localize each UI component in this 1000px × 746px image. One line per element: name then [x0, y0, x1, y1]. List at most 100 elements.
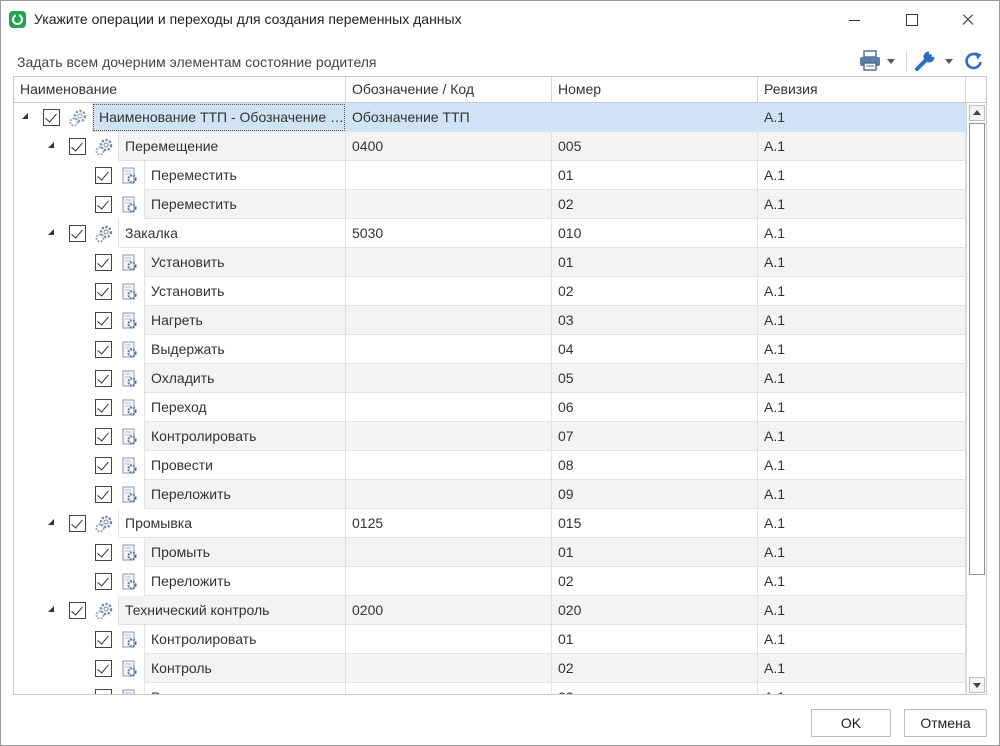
row-checkbox[interactable] — [69, 138, 86, 155]
column-header-name[interactable]: Наименование — [14, 77, 346, 102]
cell-revision[interactable]: А.1 — [758, 480, 966, 509]
cell-name[interactable]: Промывка — [118, 509, 346, 538]
cell-name[interactable]: Закалка — [118, 219, 346, 248]
cell-code[interactable] — [346, 335, 552, 364]
cell-revision[interactable]: А.1 — [758, 161, 966, 190]
cell-name[interactable]: Р — [144, 683, 346, 694]
cell-name[interactable]: Переложить — [144, 567, 346, 596]
cell-code[interactable] — [346, 364, 552, 393]
cell-name[interactable]: Переход — [144, 393, 346, 422]
cell-code[interactable] — [346, 161, 552, 190]
table-row[interactable]: Переложить 02 А.1 — [14, 567, 966, 596]
cell-number[interactable]: 01 — [552, 248, 758, 277]
cell-code[interactable] — [346, 683, 552, 694]
cell-revision[interactable]: А.1 — [758, 364, 966, 393]
cell-code[interactable] — [346, 393, 552, 422]
cell-revision[interactable]: А.1 — [758, 567, 966, 596]
cell-name[interactable]: Установить — [144, 248, 346, 277]
table-row[interactable]: Переложить 09 А.1 — [14, 480, 966, 509]
cancel-button[interactable]: Отмена — [904, 709, 987, 737]
cell-name[interactable]: Наименование ТТП - Обозначение ТТП — [92, 103, 346, 132]
table-row[interactable]: Провести 08 А.1 — [14, 451, 966, 480]
cell-code[interactable] — [346, 306, 552, 335]
cell-number[interactable]: 02 — [552, 567, 758, 596]
cell-name[interactable]: Контролировать — [144, 422, 346, 451]
column-header-revision[interactable]: Ревизия — [758, 77, 966, 102]
refresh-button[interactable] — [963, 49, 985, 73]
cell-code[interactable] — [346, 654, 552, 683]
cell-revision[interactable]: А.1 — [758, 538, 966, 567]
cell-number[interactable]: 015 — [552, 509, 758, 538]
row-checkbox[interactable] — [69, 602, 86, 619]
table-row[interactable]: Контролировать 07 А.1 — [14, 422, 966, 451]
table-row[interactable]: Наименование ТТП - Обозначение ТТП Обозна… — [14, 103, 966, 132]
scroll-down-button[interactable] — [969, 677, 985, 693]
table-row[interactable]: Контролировать 01 А.1 — [14, 625, 966, 654]
cell-number[interactable]: 07 — [552, 422, 758, 451]
cell-revision[interactable]: А.1 — [758, 190, 966, 219]
cell-number[interactable]: 02 — [552, 190, 758, 219]
cell-number[interactable]: 005 — [552, 132, 758, 161]
cell-name[interactable]: Охладить — [144, 364, 346, 393]
row-checkbox[interactable] — [95, 283, 112, 300]
row-checkbox[interactable] — [95, 254, 112, 271]
cell-revision[interactable]: А.1 — [758, 422, 966, 451]
row-checkbox[interactable] — [69, 225, 86, 242]
row-checkbox[interactable] — [95, 399, 112, 416]
table-row[interactable]: Установить 01 А.1 — [14, 248, 966, 277]
cell-code[interactable] — [346, 422, 552, 451]
table-row[interactable]: Переместить 02 А.1 — [14, 190, 966, 219]
cell-number[interactable]: 02 — [552, 277, 758, 306]
vertical-scrollbar[interactable] — [966, 103, 986, 694]
cell-number[interactable]: 04 — [552, 335, 758, 364]
cell-revision[interactable]: А.1 — [758, 596, 966, 625]
column-header-number[interactable]: Номер — [552, 77, 758, 102]
tree-expander-icon[interactable] — [48, 606, 54, 612]
cell-code[interactable]: 0400 — [346, 132, 552, 161]
table-row[interactable]: Промыть 01 А.1 — [14, 538, 966, 567]
table-row[interactable]: Переместить 01 А.1 — [14, 161, 966, 190]
maximize-button[interactable] — [888, 1, 934, 39]
cell-number[interactable]: 05 — [552, 364, 758, 393]
cell-revision[interactable]: А.1 — [758, 132, 966, 161]
row-checkbox[interactable] — [95, 341, 112, 358]
tree-expander-icon[interactable] — [48, 142, 54, 148]
row-checkbox[interactable] — [95, 457, 112, 474]
row-checkbox[interactable] — [95, 370, 112, 387]
cell-number[interactable]: 03 — [552, 306, 758, 335]
cell-number[interactable]: 01 — [552, 161, 758, 190]
cell-name[interactable]: Технический контроль — [118, 596, 346, 625]
row-checkbox[interactable] — [95, 573, 112, 590]
cell-number[interactable]: 020 — [552, 596, 758, 625]
cell-code[interactable] — [346, 248, 552, 277]
cell-name[interactable]: Провести — [144, 451, 346, 480]
cell-revision[interactable]: А.1 — [758, 335, 966, 364]
cell-revision[interactable]: А.1 — [758, 306, 966, 335]
row-checkbox[interactable] — [95, 631, 112, 648]
cell-revision[interactable]: А.1 — [758, 277, 966, 306]
cell-name[interactable]: Нагреть — [144, 306, 346, 335]
cell-name[interactable]: Переместить — [144, 190, 346, 219]
settings-button[interactable] — [914, 49, 956, 73]
row-checkbox[interactable] — [95, 660, 112, 677]
cell-revision[interactable]: А.1 — [758, 103, 966, 132]
cell-number[interactable]: 01 — [552, 538, 758, 567]
table-row[interactable]: Установить 02 А.1 — [14, 277, 966, 306]
table-row[interactable]: Р 03А.1 — [14, 683, 966, 694]
cell-number[interactable]: 01 — [552, 625, 758, 654]
table-row[interactable]: Выдержать 04 А.1 — [14, 335, 966, 364]
scroll-up-button[interactable] — [969, 105, 985, 121]
tree-expander-icon[interactable] — [22, 113, 28, 119]
tree-expander-icon[interactable] — [48, 229, 54, 235]
row-checkbox[interactable] — [95, 312, 112, 329]
ok-button[interactable]: OK — [811, 709, 891, 737]
cell-name[interactable]: Переложить — [144, 480, 346, 509]
cell-code[interactable] — [346, 451, 552, 480]
print-button[interactable] — [858, 49, 898, 73]
cell-number[interactable]: 06 — [552, 393, 758, 422]
cell-code[interactable] — [346, 567, 552, 596]
cell-code[interactable] — [346, 480, 552, 509]
cell-revision[interactable]: А.1 — [758, 248, 966, 277]
cell-name[interactable]: Переместить — [144, 161, 346, 190]
table-row[interactable]: Контроль 02 А.1 — [14, 654, 966, 683]
